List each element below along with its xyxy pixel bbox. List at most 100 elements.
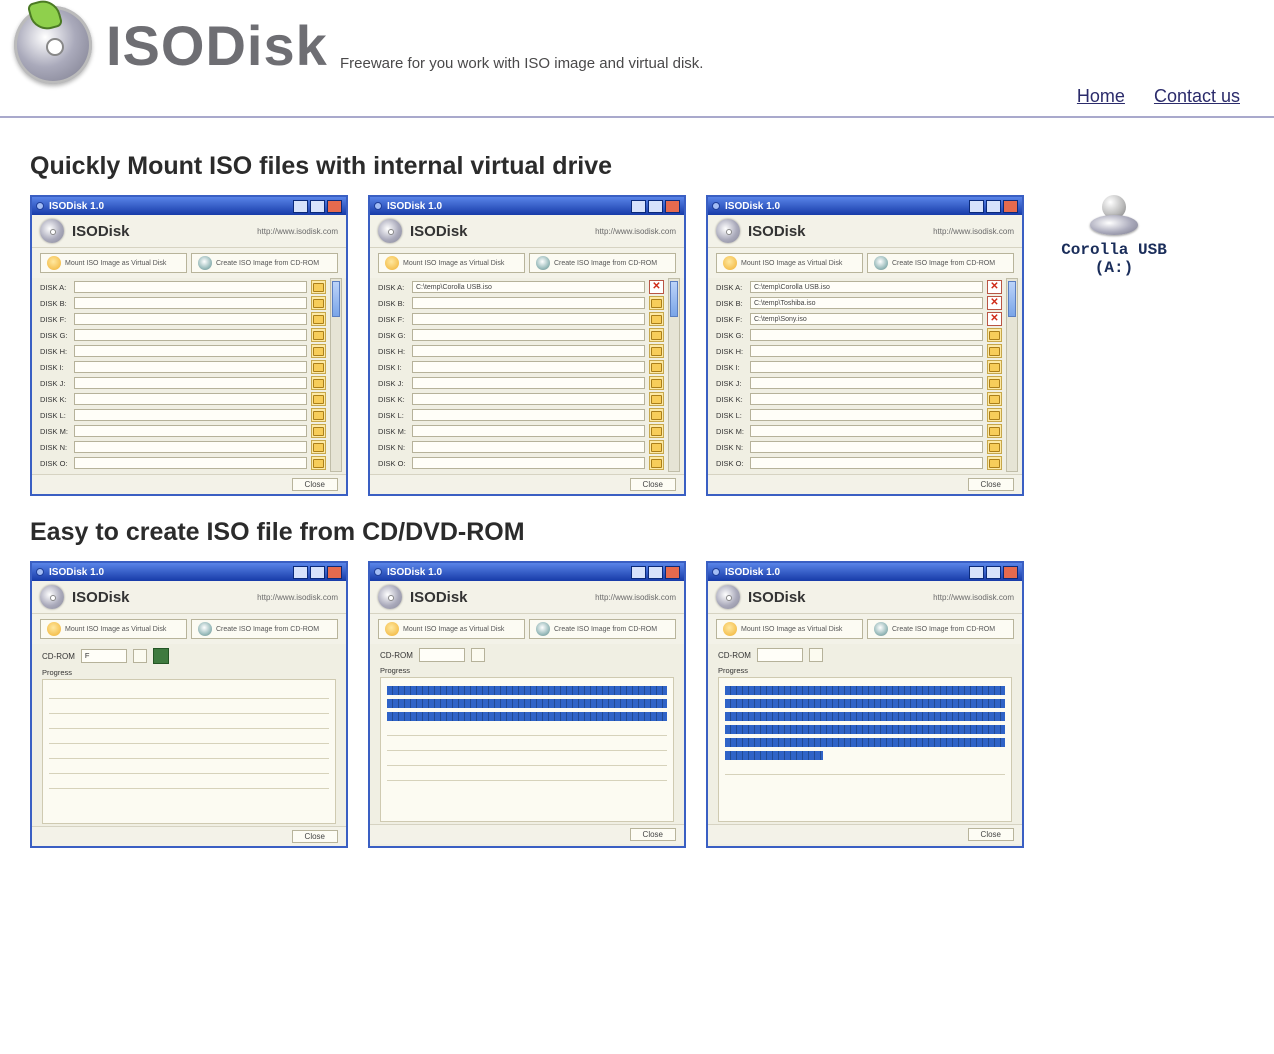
browse-button[interactable] — [649, 312, 664, 326]
tab-mount-iso[interactable]: Mount ISO Image as Virtual Disk — [378, 253, 525, 273]
browse-button[interactable] — [649, 328, 664, 342]
close-window-button[interactable] — [327, 566, 342, 579]
drive-path-field[interactable]: C:\temp\Corolla USB.iso — [750, 281, 983, 293]
maximize-button[interactable] — [310, 200, 325, 213]
browse-button[interactable] — [311, 296, 326, 310]
drive-path-field[interactable] — [412, 393, 645, 405]
drive-path-field[interactable] — [412, 441, 645, 453]
drive-path-field[interactable] — [74, 313, 307, 325]
browse-button[interactable] — [649, 456, 664, 470]
drive-path-field[interactable] — [750, 329, 983, 341]
drive-path-field[interactable] — [412, 361, 645, 373]
drive-path-field[interactable] — [412, 457, 645, 469]
scrollbar[interactable] — [330, 278, 342, 472]
drive-path-field[interactable] — [750, 409, 983, 421]
save-iso-button[interactable] — [153, 648, 169, 664]
drive-path-field[interactable] — [750, 457, 983, 469]
browse-button[interactable] — [311, 392, 326, 406]
browse-button[interactable] — [649, 424, 664, 438]
tab-mount-iso[interactable]: Mount ISO Image as Virtual Disk — [378, 619, 525, 639]
drive-path-field[interactable] — [750, 361, 983, 373]
minimize-button[interactable] — [631, 566, 646, 579]
browse-button[interactable] — [987, 424, 1002, 438]
drive-path-field[interactable] — [74, 377, 307, 389]
tab-create-iso[interactable]: Create ISO Image from CD-ROM — [191, 619, 338, 639]
tab-create-iso[interactable]: Create ISO Image from CD-ROM — [529, 253, 676, 273]
unmount-button[interactable]: ✕ — [987, 296, 1002, 310]
maximize-button[interactable] — [648, 200, 663, 213]
browse-button[interactable] — [987, 456, 1002, 470]
cd-rom-select[interactable] — [419, 648, 465, 662]
tab-mount-iso[interactable]: Mount ISO Image as Virtual Disk — [40, 253, 187, 273]
browse-button[interactable] — [649, 440, 664, 454]
maximize-button[interactable] — [986, 200, 1001, 213]
close-window-button[interactable] — [665, 566, 680, 579]
maximize-button[interactable] — [310, 566, 325, 579]
close-window-button[interactable] — [1003, 200, 1018, 213]
drive-path-field[interactable] — [74, 457, 307, 469]
minimize-button[interactable] — [969, 200, 984, 213]
close-button[interactable]: Close — [630, 478, 676, 491]
close-button[interactable]: Close — [630, 828, 676, 841]
browse-button[interactable] — [649, 376, 664, 390]
browse-button[interactable] — [311, 344, 326, 358]
browse-button[interactable] — [649, 344, 664, 358]
tab-create-iso[interactable]: Create ISO Image from CD-ROM — [191, 253, 338, 273]
close-button[interactable]: Close — [292, 478, 338, 491]
drive-path-field[interactable] — [750, 377, 983, 389]
browse-button[interactable] — [649, 408, 664, 422]
drive-path-field[interactable] — [412, 329, 645, 341]
drive-path-field[interactable]: C:\temp\Sony.iso — [750, 313, 983, 325]
scrollbar-thumb[interactable] — [670, 281, 678, 317]
close-button[interactable]: Close — [292, 830, 338, 843]
browse-button[interactable] — [987, 344, 1002, 358]
browse-button[interactable] — [311, 440, 326, 454]
drive-path-field[interactable] — [74, 393, 307, 405]
minimize-button[interactable] — [293, 566, 308, 579]
drive-path-field[interactable]: C:\temp\Corolla USB.iso — [412, 281, 645, 293]
drive-path-field[interactable] — [412, 425, 645, 437]
tab-mount-iso[interactable]: Mount ISO Image as Virtual Disk — [716, 619, 863, 639]
browse-button[interactable] — [311, 328, 326, 342]
browse-button[interactable] — [649, 360, 664, 374]
browse-button[interactable] — [987, 408, 1002, 422]
browse-button[interactable] — [311, 280, 326, 294]
browse-button[interactable] — [987, 376, 1002, 390]
browse-button[interactable] — [311, 376, 326, 390]
drive-path-field[interactable] — [750, 345, 983, 357]
browse-button[interactable] — [311, 312, 326, 326]
tab-create-iso[interactable]: Create ISO Image from CD-ROM — [867, 253, 1014, 273]
minimize-button[interactable] — [969, 566, 984, 579]
scrollbar[interactable] — [668, 278, 680, 472]
cd-rom-aux-button[interactable] — [133, 649, 147, 663]
browse-button[interactable] — [311, 408, 326, 422]
drive-path-field[interactable] — [750, 393, 983, 405]
drive-path-field[interactable] — [412, 313, 645, 325]
cd-rom-select[interactable]: F — [81, 649, 127, 663]
drive-path-field[interactable] — [750, 441, 983, 453]
maximize-button[interactable] — [648, 566, 663, 579]
browse-button[interactable] — [987, 328, 1002, 342]
cd-rom-select[interactable] — [757, 648, 803, 662]
tab-mount-iso[interactable]: Mount ISO Image as Virtual Disk — [716, 253, 863, 273]
drive-path-field[interactable] — [412, 377, 645, 389]
drive-path-field[interactable] — [74, 297, 307, 309]
drive-path-field[interactable] — [750, 425, 983, 437]
drive-path-field[interactable] — [74, 345, 307, 357]
close-button[interactable]: Close — [968, 828, 1014, 841]
drive-path-field[interactable] — [412, 345, 645, 357]
close-window-button[interactable] — [665, 200, 680, 213]
minimize-button[interactable] — [293, 200, 308, 213]
browse-button[interactable] — [311, 360, 326, 374]
unmount-button[interactable]: ✕ — [649, 280, 664, 294]
drive-path-field[interactable] — [74, 425, 307, 437]
minimize-button[interactable] — [631, 200, 646, 213]
tab-mount-iso[interactable]: Mount ISO Image as Virtual Disk — [40, 619, 187, 639]
scrollbar[interactable] — [1006, 278, 1018, 472]
drive-path-field[interactable] — [74, 409, 307, 421]
drive-path-field[interactable]: C:\temp\Toshiba.iso — [750, 297, 983, 309]
browse-button[interactable] — [987, 440, 1002, 454]
unmount-button[interactable]: ✕ — [987, 280, 1002, 294]
drive-path-field[interactable] — [412, 409, 645, 421]
close-button[interactable]: Close — [968, 478, 1014, 491]
